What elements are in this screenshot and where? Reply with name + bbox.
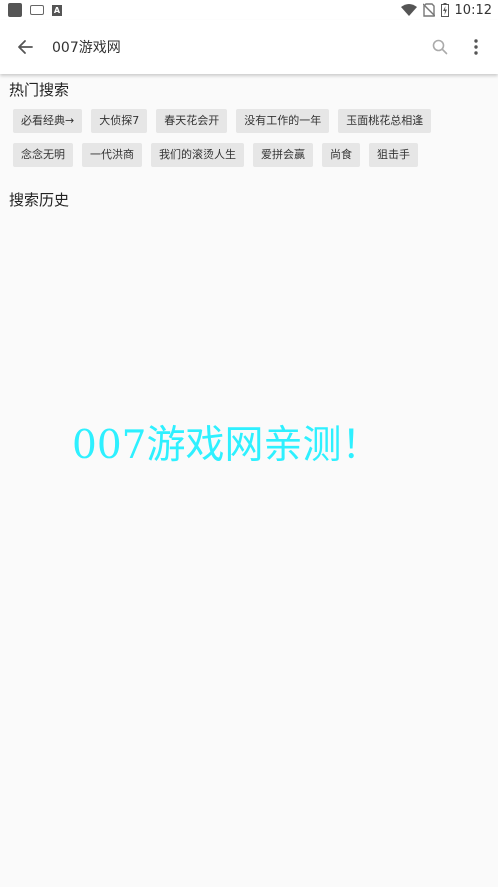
hot-search-chip[interactable]: 念念无明 — [13, 143, 73, 167]
hot-search-chip[interactable]: 尚食 — [322, 143, 360, 167]
search-history-title: 搜索历史 — [9, 191, 70, 209]
wifi-icon — [400, 4, 417, 16]
hot-search-chip[interactable]: 一代洪商 — [82, 143, 142, 167]
no-sim-icon — [422, 3, 435, 17]
battery-charging-icon — [440, 3, 449, 17]
hot-search-chips: 必看经典→ 大侦探7 春天花会开 没有工作的一年 玉面桃花总相逢 念念无明 一代… — [0, 109, 498, 177]
status-bar: A 10:12 — [0, 0, 498, 20]
arrow-back-icon — [18, 40, 33, 54]
hot-search-chip[interactable]: 必看经典→ — [13, 109, 83, 133]
back-button[interactable] — [0, 20, 50, 74]
hot-search-chip[interactable]: 爱拼会赢 — [253, 143, 313, 167]
hot-search-chip[interactable]: 狙击手 — [369, 143, 418, 167]
search-input[interactable] — [50, 27, 422, 67]
more-vert-icon — [474, 39, 478, 55]
hot-search-title: 热门搜索 — [9, 81, 70, 99]
search-toolbar — [0, 20, 498, 74]
search-icon — [432, 39, 448, 55]
app-notification-icon — [8, 3, 22, 17]
hot-search-chip[interactable]: 玉面桃花总相逢 — [338, 109, 432, 133]
keyboard-icon — [30, 5, 44, 15]
search-button[interactable] — [422, 20, 458, 74]
hot-search-chip[interactable]: 我们的滚烫人生 — [151, 143, 244, 167]
more-options-button[interactable] — [458, 20, 494, 74]
hot-search-chip[interactable]: 大侦探7 — [91, 109, 148, 133]
a-notification-icon: A — [52, 4, 62, 16]
clock: 10:12 — [454, 2, 492, 18]
hot-search-chip[interactable]: 没有工作的一年 — [236, 109, 330, 133]
watermark-text: 007游戏网亲测！ — [72, 423, 381, 468]
hot-search-chip[interactable]: 春天花会开 — [156, 109, 228, 133]
